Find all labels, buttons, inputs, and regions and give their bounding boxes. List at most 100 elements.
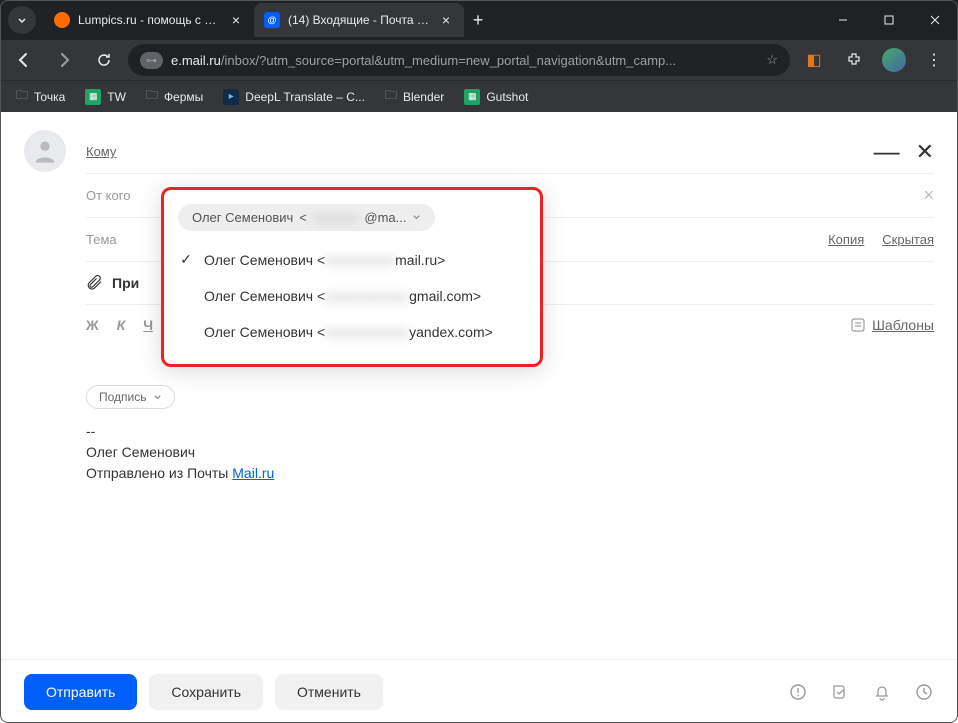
bookmark-blender[interactable]: 🗀 Blender [377, 82, 452, 111]
compose-action-bar: Отправить Сохранить Отменить [0, 659, 958, 723]
save-button[interactable]: Сохранить [149, 674, 263, 710]
sender-avatar [24, 130, 66, 172]
cancel-button[interactable]: Отменить [275, 674, 383, 710]
from-option-name: Олег Семенович [204, 324, 313, 340]
favicon-mailru: @ [264, 12, 280, 28]
tab-close-icon[interactable]: × [438, 12, 454, 28]
clear-from-button[interactable]: × [923, 185, 934, 206]
templates-label: Шаблоны [872, 317, 934, 333]
bcc-link[interactable]: Скрытая [882, 232, 934, 247]
window-controls [820, 0, 958, 40]
from-dropdown-popup: Олег Семенович <xxxxxxx@ma... ✓ Олег Сем… [161, 187, 543, 367]
redacted-text: xxxxxxx [313, 210, 359, 225]
folder-icon: 🗀 [16, 86, 28, 107]
maximize-button[interactable] [866, 0, 912, 40]
forward-button[interactable] [48, 44, 80, 76]
from-label: От кого [86, 188, 146, 203]
redacted-text: xxxxxxxxxx [325, 252, 395, 268]
bookmark-label: TW [107, 90, 126, 104]
from-option-domain: gmail.com> [409, 288, 481, 304]
schedule-icon[interactable] [914, 682, 934, 702]
to-field-row[interactable]: Кому — ✕ [86, 130, 934, 174]
address-bar[interactable]: ⊶ e.mail.ru/inbox/?utm_source=portal&utm… [128, 44, 790, 76]
tab-lumpics[interactable]: Lumpics.ru - помощь с компь × [44, 3, 254, 37]
bookmark-label: Фермы [164, 90, 203, 104]
bookmark-label: Gutshot [486, 90, 528, 104]
underline-button[interactable]: Ч [143, 317, 153, 333]
browser-toolbar: ⊶ e.mail.ru/inbox/?utm_source=portal&utm… [0, 40, 958, 80]
tab-close-icon[interactable]: × [228, 12, 244, 28]
bookmark-star-icon[interactable]: ☆ [766, 52, 778, 68]
extension-fox-icon[interactable]: ◧ [798, 44, 830, 76]
browser-menu-button[interactable]: ⋮ [918, 44, 950, 76]
to-label: Кому [86, 144, 146, 159]
bookmark-gutshot[interactable]: ▦ Gutshot [456, 85, 536, 109]
attach-file-button[interactable]: При [86, 274, 139, 292]
site-info-button[interactable]: ⊶ [140, 52, 163, 69]
reload-button[interactable] [88, 44, 120, 76]
subject-label: Тема [86, 232, 146, 247]
tab-label: (14) Входящие - Почта Mail.ru [288, 13, 430, 27]
from-option-yandex[interactable]: Олег Семенович <xxxxxxxxxxxxyandex.com> [164, 314, 540, 350]
signature-link[interactable]: Mail.ru [232, 465, 274, 481]
bookmark-label: DeepL Translate – С... [245, 90, 365, 104]
redacted-text: xxxxxxxxxxxx [325, 288, 409, 304]
signature-chip-label: Подпись [99, 390, 147, 404]
profile-avatar[interactable] [878, 44, 910, 76]
from-option-domain: yandex.com> [409, 324, 493, 340]
close-compose-button[interactable]: ✕ [916, 139, 934, 165]
new-tab-button[interactable]: + [464, 6, 492, 34]
signature-chip[interactable]: Подпись [86, 385, 175, 409]
templates-button[interactable]: Шаблоны [850, 317, 934, 333]
deepl-icon: ▸ [223, 89, 239, 105]
from-option-name: Олег Семенович [204, 288, 313, 304]
bookmark-label: Blender [403, 90, 444, 104]
send-button[interactable]: Отправить [24, 674, 137, 710]
signature-name: Олег Семенович [86, 442, 934, 463]
tab-label: Lumpics.ru - помощь с компь [78, 13, 220, 27]
redacted-text: xxxxxxxxxxxx [325, 324, 409, 340]
signature-body: -- Олег Семенович Отправлено из Почты Ma… [86, 421, 934, 484]
minimize-button[interactable] [820, 0, 866, 40]
back-button[interactable] [8, 44, 40, 76]
tab-strip: Lumpics.ru - помощь с компь × @ (14) Вхо… [0, 3, 820, 37]
minimize-compose-button[interactable]: — [874, 136, 900, 167]
important-icon[interactable] [788, 682, 808, 702]
from-option-mailru[interactable]: ✓ Олег Семенович <xxxxxxxxxxmail.ru> [164, 241, 540, 278]
bookmark-tw[interactable]: ▦ TW [77, 85, 134, 109]
bookmark-farms[interactable]: 🗀 Фермы [138, 82, 211, 111]
chevron-down-icon [153, 393, 162, 402]
from-selected-chip[interactable]: Олег Семенович <xxxxxxx@ma... [178, 204, 435, 231]
signature-text: Отправлено из Почты [86, 465, 232, 481]
check-icon: ✓ [178, 251, 194, 268]
extensions-button[interactable] [838, 44, 870, 76]
favicon-lumpics [54, 12, 70, 28]
receipt-icon[interactable] [830, 682, 850, 702]
url-text: e.mail.ru/inbox/?utm_source=portal&utm_m… [171, 53, 758, 68]
chevron-down-icon [412, 213, 421, 222]
bookmark-tochka[interactable]: 🗀 Точка [8, 82, 73, 111]
from-option-gmail[interactable]: Олег Семенович <xxxxxxxxxxxxgmail.com> [164, 278, 540, 314]
notify-icon[interactable] [872, 682, 892, 702]
bookmark-deepl[interactable]: ▸ DeepL Translate – С... [215, 85, 373, 109]
bookmarks-bar: 🗀 Точка ▦ TW 🗀 Фермы ▸ DeepL Translate – С..… [0, 80, 958, 112]
attach-file-label: При [112, 275, 139, 291]
bold-button[interactable]: Ж [86, 317, 99, 333]
bookmark-label: Точка [34, 90, 65, 104]
sheet-icon: ▦ [85, 89, 101, 105]
templates-icon [850, 317, 866, 333]
tab-search-button[interactable] [8, 6, 36, 34]
tab-mailru[interactable]: @ (14) Входящие - Почта Mail.ru × [254, 3, 464, 37]
paperclip-icon [86, 274, 104, 292]
italic-button[interactable]: К [117, 317, 126, 333]
folder-icon: 🗀 [385, 86, 397, 107]
titlebar: Lumpics.ru - помощь с компь × @ (14) Вхо… [0, 0, 958, 40]
from-selected-domain: @ma... [364, 210, 406, 225]
close-window-button[interactable] [912, 0, 958, 40]
sheet-icon: ▦ [464, 89, 480, 105]
cc-link[interactable]: Копия [828, 232, 864, 247]
from-option-domain: mail.ru> [395, 252, 445, 268]
from-selected-name: Олег Семенович [192, 210, 293, 225]
from-option-name: Олег Семенович [204, 252, 313, 268]
folder-icon: 🗀 [146, 86, 158, 107]
